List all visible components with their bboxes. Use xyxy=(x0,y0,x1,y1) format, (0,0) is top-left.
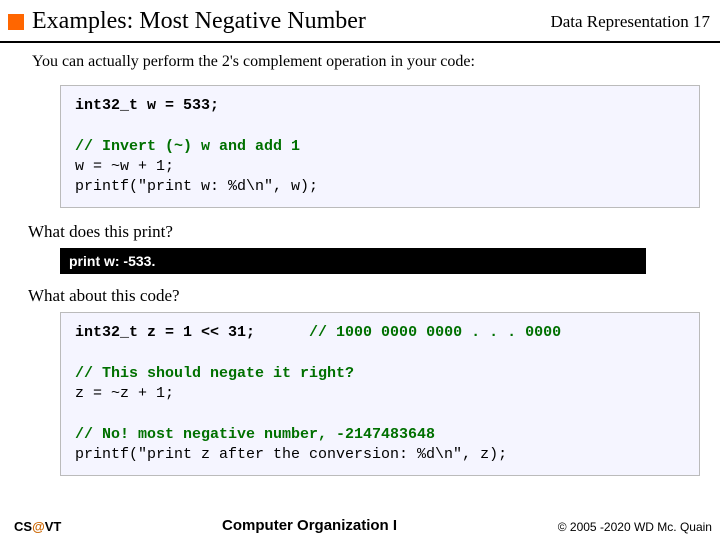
question-2: What about this code? xyxy=(28,286,706,306)
topic-text: Data Representation xyxy=(550,12,688,31)
code-line: int32_t w = 533; xyxy=(75,97,219,114)
output-box-1: print w: -533. xyxy=(60,248,646,274)
slide-title: Examples: Most Negative Number xyxy=(32,8,550,35)
footer-at: @ xyxy=(32,519,45,534)
header-topic: Data Representation 17 xyxy=(550,12,710,32)
page-number: 17 xyxy=(693,12,710,31)
code-comment: // 1000 0000 0000 . . . 0000 xyxy=(309,324,561,341)
footer-org-a: CS xyxy=(14,519,32,534)
footer-copyright: © 2005 -2020 WD Mc. Quain xyxy=(558,520,712,534)
code-line: w = ~w + 1; xyxy=(75,158,174,175)
footer-course: Computer Organization I xyxy=(222,517,397,534)
footer-left: CS@VT xyxy=(14,519,61,534)
footer-org-b: VT xyxy=(45,519,62,534)
code-line: z = ~z + 1; xyxy=(75,385,174,402)
slide-footer: CS@VT Computer Organization I © 2005 -20… xyxy=(0,513,720,540)
code-block-2: int32_t z = 1 << 31; // 1000 0000 0000 .… xyxy=(60,312,700,476)
slide-header: Examples: Most Negative Number Data Repr… xyxy=(0,0,720,43)
question-1: What does this print? xyxy=(28,222,706,242)
code-comment: // This should negate it right? xyxy=(75,365,354,382)
header-bullet-icon xyxy=(8,14,24,30)
code-comment: // No! most negative number, -2147483648 xyxy=(75,426,435,443)
code-comment: // Invert (~) w and add 1 xyxy=(75,138,300,155)
code-line: printf("print z after the conversion: %d… xyxy=(75,446,507,463)
intro-text: You can actually perform the 2's complem… xyxy=(32,53,706,71)
code-block-1: int32_t w = 533; // Invert (~) w and add… xyxy=(60,85,700,208)
code-line: int32_t z = 1 << 31; xyxy=(75,324,255,341)
code-line: printf("print w: %d\n", w); xyxy=(75,178,318,195)
slide-content: You can actually perform the 2's complem… xyxy=(0,43,720,476)
